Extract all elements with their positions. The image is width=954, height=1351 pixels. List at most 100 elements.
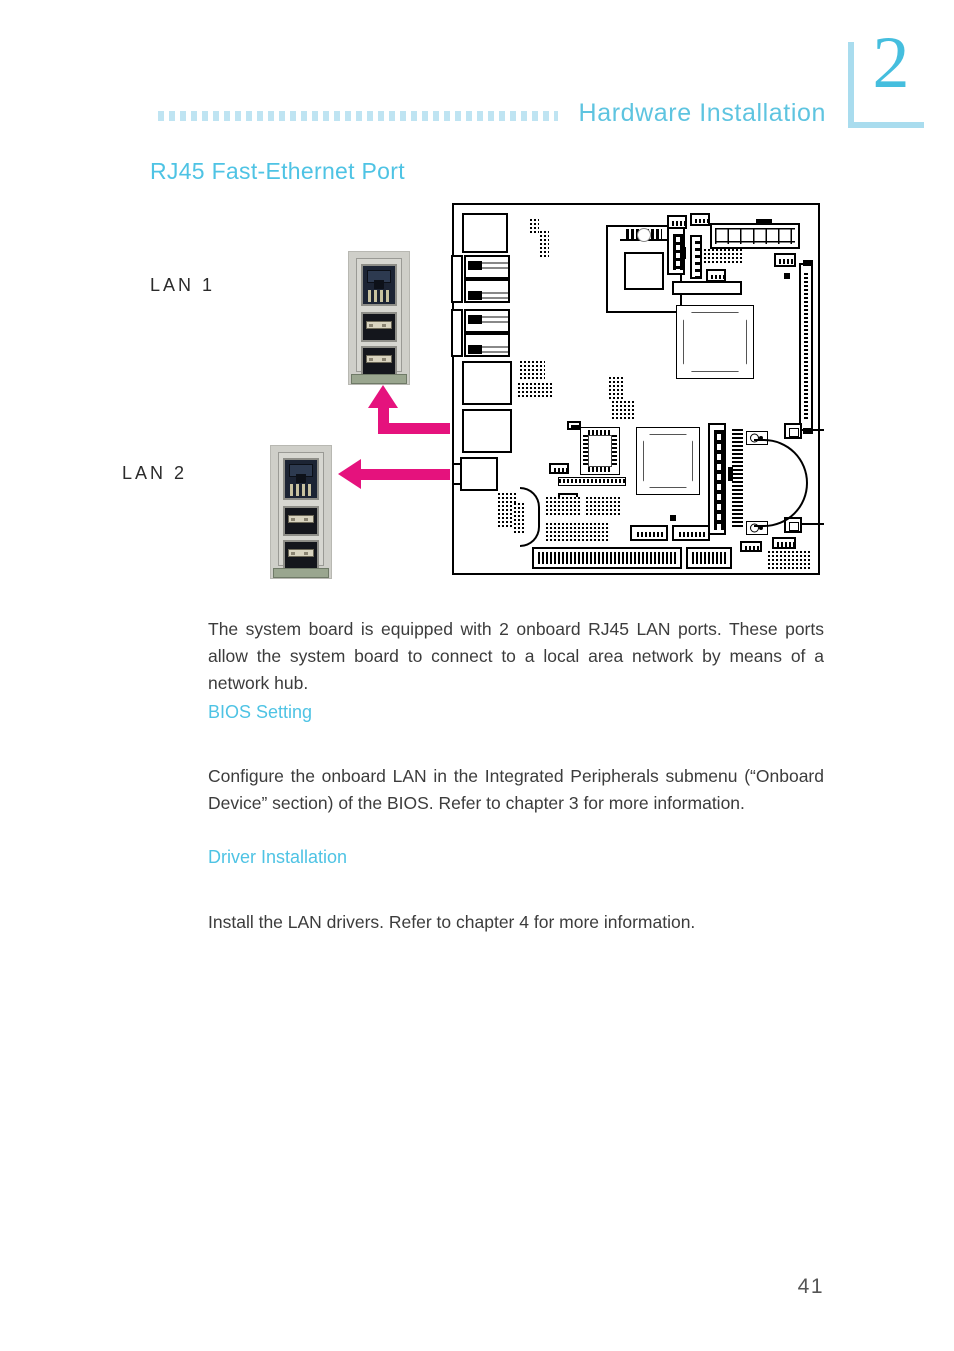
ide-connector-primary (708, 423, 726, 535)
driver-installation-heading: Driver Installation (208, 847, 348, 867)
pins (695, 219, 708, 223)
right-port-1 (784, 423, 802, 439)
rj45-pins (368, 289, 390, 302)
port-inner (789, 522, 799, 531)
lan2-usb-lower (283, 540, 319, 570)
rj45-tab (374, 280, 384, 289)
arrow2-shaft (361, 469, 450, 480)
jumper-3pin-1 (549, 463, 569, 474)
pins (571, 425, 580, 429)
port-stem (482, 262, 508, 264)
pci-slot-1 (532, 547, 682, 569)
port-stem (482, 292, 508, 294)
chip-leads (588, 467, 612, 472)
io-serial-1-body (464, 279, 510, 303)
bottom-right-header-block (768, 551, 810, 571)
usb-contact-bar (366, 321, 392, 330)
jumper-3pin-4 (772, 537, 796, 549)
chip-leads (612, 435, 617, 467)
southbridge-chip (636, 427, 700, 495)
dimm-slot (799, 260, 813, 434)
pins (777, 542, 794, 547)
connector-key (728, 467, 733, 481)
northbridge-chip (676, 305, 754, 379)
pci-slot-2 (686, 547, 732, 569)
bios-setting-heading: BIOS Setting (208, 702, 313, 722)
cpu-die (624, 251, 664, 290)
right-edge-outline (754, 439, 808, 527)
arrow2-head (338, 459, 361, 489)
lan2-port-photo (270, 445, 332, 579)
jumper-block-1 (520, 361, 545, 379)
lan1-port-photo (348, 251, 410, 385)
io-ps2-block (462, 213, 508, 253)
jumper-block-4 (612, 401, 636, 419)
port-stem (482, 267, 508, 269)
header-block-2 (586, 497, 620, 515)
port-connector (468, 291, 482, 300)
pci-contacts-bottom (692, 558, 726, 564)
lan2-rj45-jack (283, 458, 319, 500)
port-inner (789, 428, 799, 437)
io-lan1-usb-stack (462, 361, 512, 405)
figure-rj45-lan-ports: LAN 1 LAN 2 (122, 195, 830, 580)
dotted-rule-icon (158, 111, 558, 121)
dimm-contacts (804, 273, 808, 421)
chip-body (588, 435, 612, 467)
port-connector (468, 261, 482, 270)
pins (679, 532, 705, 537)
cluster-outline (520, 487, 540, 547)
page-number: 41 (797, 1275, 824, 1298)
atx-latch (756, 219, 772, 223)
led-marker (784, 273, 790, 279)
com-header-1 (630, 525, 668, 541)
chip-body (643, 434, 693, 488)
motherboard-diagram (451, 203, 824, 575)
port-stem (482, 297, 508, 299)
com-header-2 (672, 525, 710, 541)
io-serial-2 (464, 309, 510, 333)
rj45-tab (296, 474, 306, 483)
rj45-pins (290, 483, 312, 496)
port-stem (482, 321, 508, 323)
jumper-block-3 (609, 377, 625, 401)
dimm-clip-top (803, 260, 813, 266)
lan2-pcb-edge (273, 568, 329, 578)
pins (672, 221, 685, 226)
header-title: Hardware Installation (578, 99, 826, 127)
chip-body (683, 312, 747, 372)
pins (637, 532, 663, 537)
bios-flash-chip (580, 427, 620, 475)
fan-header-3 (774, 253, 796, 267)
port-connector (468, 345, 482, 354)
pins (695, 241, 701, 277)
io-bracket-2 (451, 309, 463, 357)
port-stem (482, 316, 508, 318)
riser-slot (558, 477, 626, 486)
port-stem (482, 346, 508, 348)
lan1-pcb-edge (351, 374, 407, 384)
io-serial-2-body (464, 333, 510, 357)
lan2-usb-upper (283, 506, 319, 536)
pins (745, 546, 760, 550)
front-panel-header (667, 227, 686, 275)
led-marker-2 (670, 515, 676, 521)
floppy-connector (732, 429, 743, 529)
page-header: Hardware Installation 2 (0, 0, 954, 150)
io-lan2-usb-stack (462, 409, 512, 453)
usb-contact-bar (288, 515, 314, 524)
io-audio-jacks (460, 457, 498, 491)
lan1-rj45-jack (361, 264, 397, 306)
bracket-horizontal-bar (848, 122, 924, 128)
driver-paragraph: Install the LAN drivers. Refer to chapte… (208, 911, 696, 932)
usb-contact-bar (288, 549, 314, 558)
dip-switch-block (704, 249, 742, 265)
page-title: RJ45 Fast-Ethernet Port (150, 158, 405, 184)
pins (711, 275, 724, 279)
pins (779, 259, 794, 264)
ide-pins (714, 430, 724, 530)
jumper-block-2 (518, 383, 554, 397)
bios-paragraph: Configure the onboard LAN in the Integra… (208, 765, 824, 813)
jumper-3pin-3 (740, 541, 762, 552)
lan1-usb-lower (361, 346, 397, 376)
